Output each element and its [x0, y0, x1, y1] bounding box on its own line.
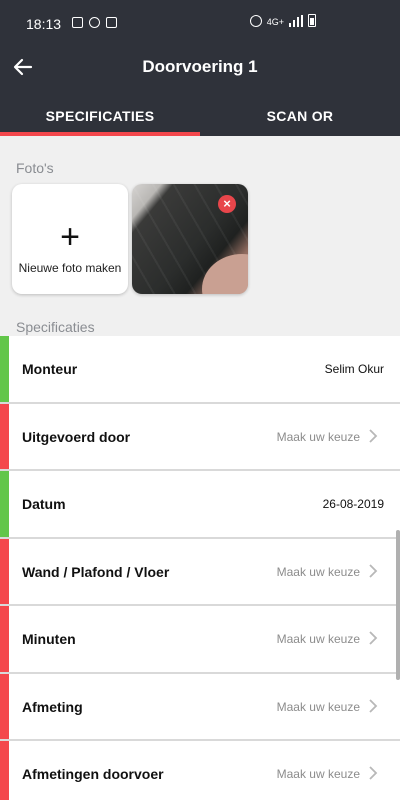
spec-row-minuten[interactable]: Minuten Maak uw keuze [0, 606, 400, 674]
tab-scan-or[interactable]: SCAN OR [200, 94, 400, 136]
battery-icon [308, 14, 316, 27]
spec-value: Maak uw keuze [276, 767, 360, 781]
status-indicator [0, 403, 9, 469]
remove-photo-button[interactable]: × [218, 195, 236, 213]
alarm-icon [249, 15, 262, 27]
app-bar: Doorvoering 1 [0, 40, 400, 94]
spec-row-datum[interactable]: Datum 26-08-2019 [0, 471, 400, 539]
notification-icons [72, 17, 117, 28]
add-photo-label: Nieuwe foto maken [18, 261, 122, 275]
status-indicator [0, 538, 9, 604]
spec-value: Selim Okur [324, 362, 384, 376]
scrollbar[interactable] [396, 530, 400, 680]
page-title: Doorvoering 1 [142, 57, 258, 76]
spec-label: Monteur [22, 361, 78, 377]
spec-label: Uitgevoerd door [22, 428, 131, 445]
status-indicator [0, 336, 9, 402]
plus-icon: + [60, 218, 80, 256]
chevron-right-icon [369, 766, 378, 780]
status-indicator [0, 673, 9, 739]
spec-row-afmetingen-doorvoer[interactable]: Afmetingen doorvoer Maak uw keuze [0, 741, 400, 800]
status-time: 18:13 [26, 16, 62, 32]
tab-specificaties[interactable]: SPECIFICATIES [0, 94, 200, 136]
spec-row-uitgevoerd-door[interactable]: Uitgevoerd door Maak uw keuze [0, 403, 400, 471]
spec-label: Datum [22, 496, 66, 512]
tab-bar: SPECIFICATIES SCAN OR [0, 94, 400, 136]
specs-section-label: Specificaties [16, 319, 95, 335]
check-notification-icon [106, 17, 117, 28]
chevron-right-icon [369, 631, 378, 645]
specs-list: Monteur Selim Okur Uitgevoerd door Maak … [0, 336, 400, 800]
photos-section-label: Foto's [16, 160, 54, 176]
image-notification-icon [72, 17, 83, 28]
status-indicator [0, 471, 9, 537]
app-notification-icon [89, 17, 100, 28]
status-indicator [0, 741, 9, 800]
spec-label: Minuten [22, 631, 76, 647]
spec-label: Afmetingen doorvoer [22, 766, 164, 782]
add-photo-button[interactable]: + Nieuwe foto maken [12, 184, 128, 294]
spec-row-wand-plafond-vloer[interactable]: Wand / Plafond / Vloer Maak uw keuze [0, 538, 400, 606]
status-bar: 18:13 4G+ [0, 0, 400, 40]
spec-value: Maak uw keuze [276, 564, 360, 579]
spec-value: Maak uw keuze [276, 632, 360, 646]
spec-value: Maak uw keuze [276, 429, 360, 444]
spec-row-afmeting[interactable]: Afmeting Maak uw keuze [0, 673, 400, 741]
chevron-right-icon [369, 698, 378, 713]
spec-value: 26-08-2019 [322, 497, 384, 511]
status-indicator [0, 606, 9, 672]
signal-icon [289, 15, 303, 27]
spec-value: Maak uw keuze [276, 699, 360, 714]
chevron-right-icon [369, 428, 378, 443]
spec-label: Wand / Plafond / Vloer [22, 563, 170, 580]
system-icons: 4G+ [249, 14, 316, 27]
spec-label: Afmeting [22, 698, 83, 715]
chevron-right-icon [369, 563, 378, 578]
spec-row-monteur[interactable]: Monteur Selim Okur [0, 336, 400, 404]
network-type-label: 4G+ [266, 17, 284, 27]
